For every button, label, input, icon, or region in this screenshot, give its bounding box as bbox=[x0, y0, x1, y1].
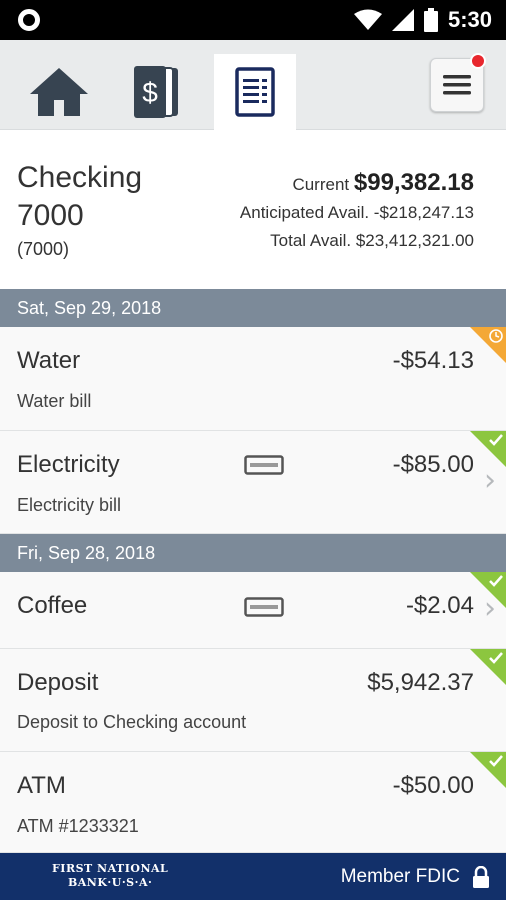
lock-icon bbox=[473, 866, 489, 888]
logo-line-1: FIRST NATIONAL bbox=[52, 862, 169, 875]
check-icon bbox=[489, 575, 503, 587]
transaction-amount: -$85.00 bbox=[392, 451, 474, 478]
register-list-icon bbox=[235, 67, 275, 117]
member-fdic: Member FDIC bbox=[340, 866, 460, 887]
transaction-amount: $5,942.37 bbox=[367, 669, 474, 696]
tab-register[interactable] bbox=[214, 54, 296, 130]
transaction-row[interactable]: Electricity Electricity bill -$85.00 › bbox=[0, 431, 506, 534]
card-icon bbox=[244, 597, 284, 617]
check-icon bbox=[489, 755, 503, 767]
transaction-row[interactable]: ATM ATM #1233321 -$50.00 bbox=[0, 752, 506, 853]
account-name: Checking 7000 bbox=[17, 161, 143, 232]
check-icon bbox=[489, 652, 503, 664]
card-icon bbox=[244, 455, 284, 475]
transaction-amount: -$54.13 bbox=[392, 347, 474, 374]
clock: 5:30 bbox=[447, 7, 492, 32]
tab-bar: $ bbox=[0, 40, 506, 130]
home-icon bbox=[30, 68, 88, 116]
transaction-row[interactable]: Water Water bill -$54.13 bbox=[0, 327, 506, 431]
balances: Current $99,382.18 Anticipated Avail. -$… bbox=[240, 169, 474, 255]
transaction-description: Electricity bill bbox=[17, 495, 122, 515]
current-balance: Current $99,382.18 bbox=[240, 169, 474, 199]
transaction-amount: -$50.00 bbox=[392, 772, 474, 799]
tab-accounts[interactable]: $ bbox=[116, 54, 198, 130]
notification-badge bbox=[470, 53, 486, 69]
svg-text:$: $ bbox=[142, 77, 158, 108]
transaction-title: Water bbox=[17, 347, 81, 374]
transaction-title: ATM bbox=[17, 772, 66, 799]
current-label: Current bbox=[292, 175, 350, 194]
signal-icon bbox=[391, 9, 414, 31]
tab-home[interactable] bbox=[18, 54, 100, 130]
dollar-card-icon: $ bbox=[134, 66, 178, 118]
footer: FIRST NATIONAL BANK·U·S·A· Member FDIC bbox=[0, 853, 506, 900]
menu-button[interactable] bbox=[430, 53, 486, 112]
transaction-description: ATM #1233321 bbox=[17, 816, 139, 836]
transaction-title: Deposit bbox=[17, 669, 99, 696]
chevron-right-icon: › bbox=[484, 463, 496, 498]
transaction-title: Electricity bbox=[17, 451, 120, 478]
total-balance: Total Avail. $23,412,321.00 bbox=[270, 231, 474, 250]
anticipated-balance: Anticipated Avail. -$218,247.13 bbox=[239, 203, 474, 222]
transaction-description: Water bill bbox=[17, 391, 92, 411]
transaction-row[interactable]: Coffee -$2.04 › bbox=[0, 572, 506, 649]
transaction-amount: -$2.04 bbox=[405, 592, 474, 619]
clock-icon bbox=[489, 329, 503, 343]
hamburger-menu-icon bbox=[443, 75, 471, 95]
wifi-icon bbox=[353, 9, 382, 30]
transaction-row[interactable]: Deposit Deposit to Checking account $5,9… bbox=[0, 649, 506, 752]
check-icon bbox=[489, 434, 503, 446]
transaction-description: Deposit to Checking account bbox=[17, 712, 247, 732]
date-header: Sat, Sep 29, 2018 bbox=[0, 289, 506, 327]
status-bar: 5:30 bbox=[0, 0, 506, 40]
status-circle-icon bbox=[18, 9, 40, 31]
battery-icon bbox=[423, 8, 438, 32]
current-value: $99,382.18 bbox=[353, 169, 474, 196]
logo-line-2: BANK·U·S·A· bbox=[67, 876, 153, 889]
bank-logo: FIRST NATIONAL BANK·U·S·A· bbox=[52, 862, 168, 890]
account-number: (7000) bbox=[17, 239, 70, 259]
transaction-title: Coffee bbox=[17, 592, 88, 619]
date-header: Fri, Sep 28, 2018 bbox=[0, 534, 506, 572]
account-summary: Checking 7000 (7000) Current $99,382.18 … bbox=[0, 131, 506, 289]
